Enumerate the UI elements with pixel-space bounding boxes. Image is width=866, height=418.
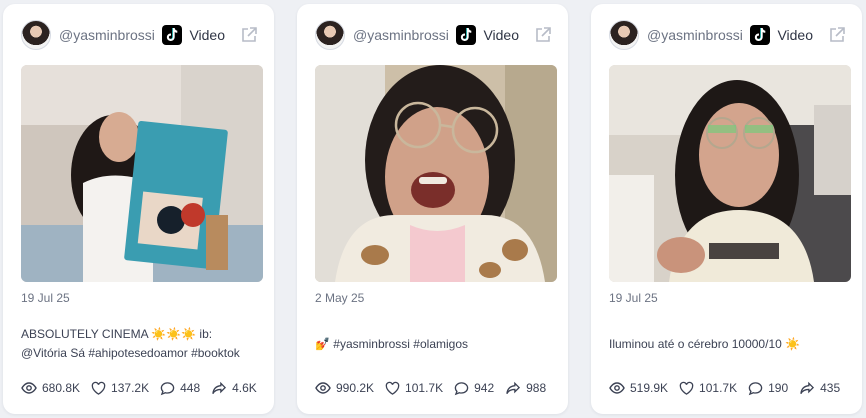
username[interactable]: @yasminbrossi [59,27,155,43]
video-thumbnail[interactable] [609,65,851,282]
platform-label: Video [483,27,519,43]
post-caption: Iluminou até o cérebro 10000/10 ☀️ [609,337,801,351]
views-stat: 990.2K [315,380,374,396]
external-link-icon[interactable] [534,26,552,44]
post-caption: ABSOLUTELY CINEMA ☀️☀️☀️ ib: @Vitória Sá… [21,327,240,360]
avatar[interactable] [21,20,51,50]
card-header: @yasminbrossi Video [591,18,862,52]
stats-row: 680.8K 137.2K 448 4.6K [21,379,268,397]
comment-icon [748,381,763,395]
views-stat: 519.9K [609,380,668,396]
heart-icon [91,381,106,395]
external-link-icon[interactable] [240,26,258,44]
tiktok-icon [750,25,771,45]
shares-stat: 4.6K [211,381,257,396]
platform-label: Video [189,27,225,43]
post-date: 2 May 25 [315,291,365,305]
external-link-icon[interactable] [828,26,846,44]
heart-icon [679,381,694,395]
likes-stat: 137.2K [91,381,149,396]
eye-icon [315,382,331,394]
shares-count: 988 [526,381,547,395]
share-icon [506,381,521,394]
likes-count: 101.7K [699,381,738,395]
card-header: @yasminbrossi Video [297,18,568,52]
platform-label: Video [777,27,813,43]
shares-count: 435 [820,381,841,395]
platform-indicator: Video [456,25,552,45]
comments-stat: 448 [160,381,200,396]
avatar[interactable] [315,20,345,50]
likes-stat: 101.7K [679,381,737,396]
views-count: 990.2K [336,381,375,395]
avatar[interactable] [609,20,639,50]
shares-stat: 988 [505,381,546,396]
eye-icon [21,382,37,394]
video-thumbnail[interactable] [21,65,263,282]
comment-icon [454,381,469,395]
comments-count: 190 [768,381,789,395]
shares-stat: 435 [799,381,840,396]
platform-indicator: Video [750,25,846,45]
heart-icon [385,381,400,395]
tiktok-icon [162,25,183,45]
share-icon [212,381,227,394]
video-thumbnail[interactable] [315,65,557,282]
tiktok-icon [456,25,477,45]
comments-count: 448 [180,381,201,395]
views-count: 680.8K [42,381,81,395]
card-header: @yasminbrossi Video [3,18,274,52]
stats-row: 519.9K 101.7K 190 435 [609,379,851,397]
stats-row: 990.2K 101.7K 942 988 [315,379,557,397]
post-card[interactable]: @yasminbrossi Video [297,4,568,414]
likes-stat: 101.7K [385,381,443,396]
post-card[interactable]: @yasminbrossi Video [591,4,862,414]
share-icon [800,381,815,394]
username[interactable]: @yasminbrossi [353,27,449,43]
platform-indicator: Video [162,25,258,45]
comments-count: 942 [474,381,495,395]
post-caption: 💅 #yasminbrossi #olamigos [315,337,468,351]
views-stat: 680.8K [21,380,80,396]
post-date: 19 Jul 25 [609,291,658,305]
likes-count: 137.2K [111,381,150,395]
comment-icon [160,381,175,395]
comments-stat: 942 [454,381,494,396]
username[interactable]: @yasminbrossi [647,27,743,43]
shares-count: 4.6K [232,381,257,395]
post-card[interactable]: @yasminbrossi Video 19 Jul 25 ABSOLUTELY… [3,4,274,414]
comments-stat: 190 [748,381,788,396]
post-date: 19 Jul 25 [21,291,70,305]
eye-icon [609,382,625,394]
views-count: 519.9K [630,381,669,395]
likes-count: 101.7K [405,381,444,395]
